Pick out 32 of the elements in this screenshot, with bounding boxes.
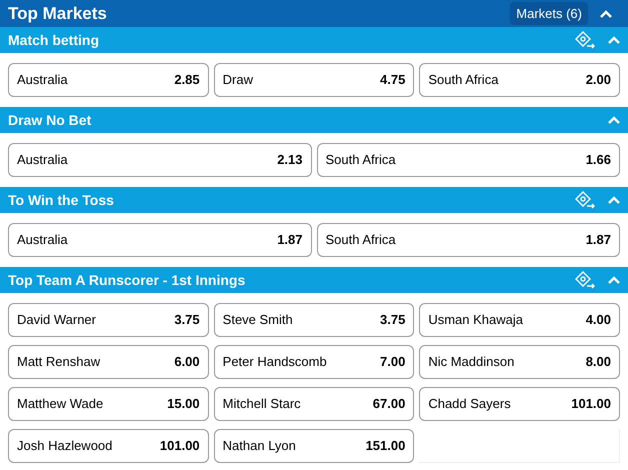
odds-button[interactable]: Josh Hazlewood 101.00 — [8, 429, 209, 463]
odds-button[interactable]: Nathan Lyon 151.00 — [214, 429, 414, 463]
odds-button[interactable]: South Africa 2.00 — [419, 63, 620, 97]
cash-out-icon[interactable] — [574, 30, 596, 50]
odds-button[interactable]: Matthew Wade 15.00 — [8, 387, 209, 421]
market-title: Match betting — [8, 30, 100, 50]
odds-button[interactable]: Australia 2.85 — [8, 63, 209, 97]
market-title: Draw No Bet — [8, 110, 92, 130]
collapse-icon[interactable] — [600, 10, 612, 18]
odds-button[interactable]: Peter Handscomb 7.00 — [214, 345, 414, 379]
cash-out-icon[interactable] — [574, 190, 596, 210]
odds-button[interactable]: Nic Maddinson 8.00 — [419, 345, 620, 379]
odds-button[interactable]: David Warner 3.75 — [8, 303, 209, 337]
odds-button[interactable]: Matt Renshaw 6.00 — [8, 345, 209, 379]
odds-button[interactable]: Chadd Sayers 101.00 — [419, 387, 620, 421]
market-title: Top Team A Runscorer - 1st Innings — [8, 270, 246, 290]
odds-button[interactable]: Australia 1.87 — [8, 223, 312, 257]
collapse-icon[interactable] — [608, 196, 620, 204]
odds-button[interactable]: Usman Khawaja 4.00 — [419, 303, 620, 337]
odds-button[interactable]: Mitchell Starc 67.00 — [214, 387, 414, 421]
collapse-icon[interactable] — [608, 116, 620, 124]
cash-out-icon[interactable] — [574, 270, 596, 290]
odds-button[interactable]: Draw 4.75 — [214, 63, 414, 97]
collapse-icon[interactable] — [608, 276, 620, 284]
odds-button[interactable]: Australia 2.13 — [8, 143, 312, 177]
odds-button[interactable]: South Africa 1.87 — [316, 223, 620, 257]
odds-button[interactable]: Steve Smith 3.75 — [214, 303, 414, 337]
collapse-icon[interactable] — [608, 36, 620, 44]
market-title: To Win the Toss — [8, 190, 115, 210]
panel-title: Top Markets — [8, 2, 108, 25]
markets-count[interactable]: Markets (6) — [510, 2, 588, 26]
odds-button[interactable]: South Africa 1.66 — [316, 143, 620, 177]
